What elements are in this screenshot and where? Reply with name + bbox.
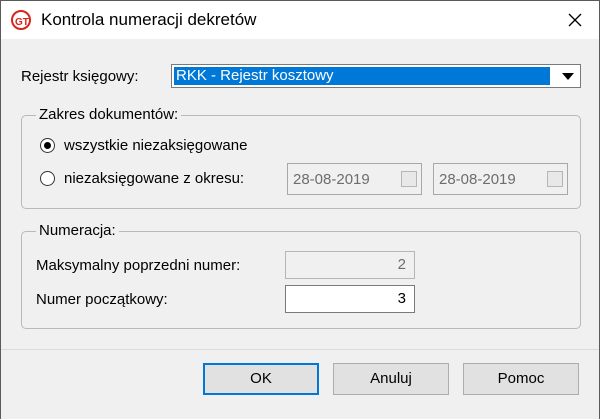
date-from-value: 28-08-2019 (293, 171, 370, 188)
window-title: Kontrola numeracji dekretów (41, 10, 257, 29)
help-button[interactable]: Pomoc (463, 363, 579, 395)
date-to-value: 28-08-2019 (439, 171, 516, 188)
rejestr-selected-value: RKK - Rejestr kosztowy (174, 67, 550, 85)
date-to-field[interactable]: 28-08-2019 (433, 163, 568, 195)
rejestr-dropdown[interactable]: RKK - Rejestr kosztowy (171, 64, 581, 88)
date-from-field[interactable]: 28-08-2019 (287, 163, 422, 195)
radio-all-unposted[interactable] (40, 138, 55, 153)
radio-all-unposted-label[interactable]: wszystkie niezaksięgowane (64, 137, 247, 154)
max-number-field: 2 (285, 251, 415, 279)
start-number-label: Numer początkowy: (36, 291, 168, 308)
app-logo-icon: GT (11, 10, 31, 30)
chevron-down-icon[interactable] (562, 73, 574, 80)
close-button[interactable] (551, 1, 599, 39)
numeracja-group: Numeracja: (21, 222, 581, 329)
radio-selected-dot (44, 142, 51, 149)
radio-period[interactable] (40, 171, 55, 186)
close-icon (568, 13, 582, 27)
cancel-button[interactable]: Anuluj (333, 363, 449, 395)
zakres-legend: Zakres dokumentów: (36, 106, 182, 123)
dialog-window: GT Kontrola numeracji dekretów Rejestr k… (0, 0, 600, 419)
rejestr-label: Rejestr księgowy: (21, 68, 139, 85)
calendar-icon[interactable] (401, 171, 417, 187)
calendar-icon[interactable] (547, 171, 563, 187)
ok-button[interactable]: OK (203, 363, 319, 395)
radio-period-label[interactable]: niezaksięgowane z okresu: (64, 170, 244, 187)
start-number-input[interactable]: 3 (285, 285, 415, 313)
title-bar: GT Kontrola numeracji dekretów (1, 1, 599, 39)
numeracja-legend: Numeracja: (36, 222, 119, 239)
svg-text:GT: GT (15, 17, 29, 28)
max-number-label: Maksymalny poprzedni numer: (36, 257, 241, 274)
